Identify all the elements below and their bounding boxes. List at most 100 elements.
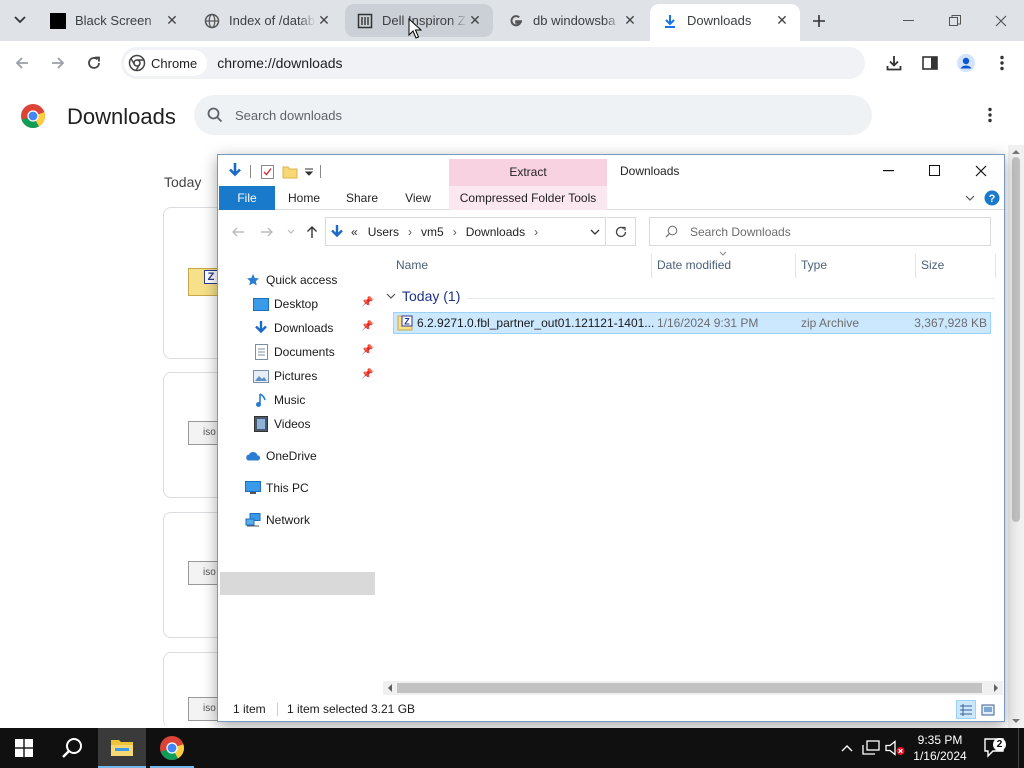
downloads-search-input[interactable]: Search downloads [194, 95, 872, 135]
chrome-logo-icon [20, 103, 46, 129]
folder-icon [111, 740, 133, 756]
scroll-left-icon[interactable] [385, 683, 395, 693]
nav-quick-access[interactable]: Quick access [244, 269, 337, 291]
nav-desktop[interactable]: Desktop [252, 293, 318, 315]
scrollbar-thumb[interactable] [397, 683, 982, 693]
chevron-down-icon[interactable] [590, 229, 600, 235]
scroll-right-icon[interactable] [991, 683, 1001, 693]
file-row[interactable]: Z 6.2.9271.0.fbl_partner_out01.121121-14… [393, 312, 991, 334]
tab-index-of-datab[interactable]: Index of /datab ✕ [192, 4, 342, 37]
nav-downloads[interactable]: Downloads [252, 317, 333, 339]
ribbon-tab-home[interactable]: Home [280, 186, 328, 210]
breadcrumb-downloads[interactable]: Downloads [466, 225, 525, 239]
close-icon[interactable]: ✕ [467, 12, 483, 29]
reload-button[interactable] [80, 49, 108, 77]
nav-this-pc[interactable]: This PC [244, 477, 309, 499]
computer-icon [244, 480, 262, 496]
refresh-button[interactable] [607, 217, 636, 246]
recent-locations-icon[interactable] [287, 229, 295, 235]
sort-indicator-icon [719, 251, 727, 256]
close-icon[interactable]: ✕ [622, 12, 638, 29]
new-tab-button[interactable] [806, 8, 832, 34]
customize-qat-icon[interactable] [304, 167, 314, 177]
details-view-button[interactable] [956, 700, 976, 719]
explorer-search-input[interactable]: Search Downloads [649, 217, 991, 246]
downloads-folder-icon [229, 163, 241, 177]
show-hidden-icons-button[interactable] [836, 728, 858, 768]
large-icons-view-button[interactable] [978, 700, 998, 719]
music-icon [252, 392, 270, 408]
back-arrow-icon[interactable] [231, 226, 245, 238]
chrome-logo-icon [128, 54, 146, 72]
zip-file-icon: Z [188, 268, 218, 296]
properties-icon[interactable] [260, 164, 276, 180]
notifications-button[interactable]: 2 [980, 728, 1010, 768]
tab-search-button[interactable] [6, 6, 34, 34]
breadcrumb-vm5[interactable]: vm5 [421, 225, 444, 239]
ex-minimize-button[interactable] [866, 155, 912, 186]
breadcrumb-users[interactable]: Users [368, 225, 399, 239]
side-panel-button[interactable] [916, 49, 944, 77]
maximize-icon [929, 164, 940, 176]
breadcrumb-overflow[interactable]: « [351, 225, 358, 239]
close-window-button[interactable] [978, 0, 1024, 41]
profile-button[interactable] [952, 49, 980, 77]
ex-maximize-button[interactable] [912, 155, 958, 186]
ribbon-tab-share[interactable]: Share [338, 186, 386, 210]
column-header-type[interactable]: Type [801, 258, 827, 272]
nav-documents[interactable]: Documents [252, 341, 335, 363]
ribbon-tab-compressed-folder-tools[interactable]: Compressed Folder Tools [449, 186, 607, 210]
column-header-size[interactable]: Size [921, 258, 944, 272]
scroll-up-icon [1012, 150, 1020, 154]
more-actions-button[interactable] [982, 104, 998, 126]
minimize-button[interactable] [886, 0, 932, 41]
horizontal-scrollbar[interactable] [383, 681, 1003, 695]
close-icon[interactable]: ✕ [316, 12, 332, 29]
volume-tray-button[interactable] [884, 728, 906, 768]
menu-button[interactable] [988, 49, 1016, 77]
nav-music[interactable]: Music [252, 389, 305, 411]
expand-ribbon-icon[interactable] [965, 195, 975, 203]
ribbon-tab-view[interactable]: View [394, 186, 442, 210]
pin-icon: 📌 [361, 321, 374, 332]
scrollbar-thumb[interactable] [1012, 157, 1020, 522]
restore-button[interactable] [932, 0, 978, 41]
tab-black-screen[interactable]: Black Screen ✕ [38, 4, 190, 37]
search-button[interactable] [48, 728, 96, 768]
nav-videos[interactable]: Videos [252, 413, 310, 435]
start-button[interactable] [0, 728, 48, 768]
close-icon[interactable]: ✕ [164, 12, 180, 29]
help-icon[interactable]: ? [984, 190, 1000, 206]
forward-button[interactable] [44, 49, 72, 77]
globe-icon [204, 13, 220, 29]
ribbon-tab-file[interactable]: File [219, 186, 275, 210]
explorer-address-bar[interactable]: « Users › vm5 › Downloads › [325, 217, 606, 246]
network-tray-button[interactable] [860, 728, 882, 768]
tab-db-windowsba[interactable]: db windowsba ✕ [496, 4, 648, 37]
new-folder-icon[interactable] [282, 165, 298, 179]
tab-title: Index of /datab [229, 13, 316, 28]
back-button[interactable] [8, 49, 36, 77]
documents-icon [252, 344, 270, 360]
group-header-today[interactable]: Today (1) [386, 288, 460, 304]
nav-onedrive[interactable]: OneDrive [244, 445, 317, 467]
close-icon[interactable]: ✕ [774, 12, 790, 29]
address-bar[interactable]: Chrome chrome://downloads [121, 47, 865, 79]
nav-pictures[interactable]: Pictures [252, 365, 317, 387]
file-explorer-taskbar-button[interactable] [98, 728, 146, 768]
nav-network[interactable]: Network [244, 509, 310, 531]
site-chip[interactable]: Chrome [124, 50, 208, 76]
chrome-taskbar-button[interactable] [148, 728, 196, 768]
ex-close-button[interactable] [958, 155, 1004, 186]
tab-strip: Black Screen ✕ Index of /datab ✕ Dell In… [0, 0, 1024, 41]
chevron-up-icon [841, 745, 853, 752]
taskbar-clock[interactable]: 9:35 PM 1/16/2024 [907, 732, 973, 764]
column-header-date-modified[interactable]: Date modified [657, 258, 731, 272]
downloads-button[interactable] [880, 49, 908, 77]
show-desktop-button[interactable] [1018, 728, 1024, 768]
tab-downloads[interactable]: Downloads ✕ [650, 4, 800, 41]
column-header-name[interactable]: Name [396, 258, 428, 272]
forward-arrow-icon[interactable] [260, 226, 274, 238]
up-arrow-icon[interactable] [306, 225, 318, 239]
page-scrollbar[interactable] [1008, 145, 1024, 728]
